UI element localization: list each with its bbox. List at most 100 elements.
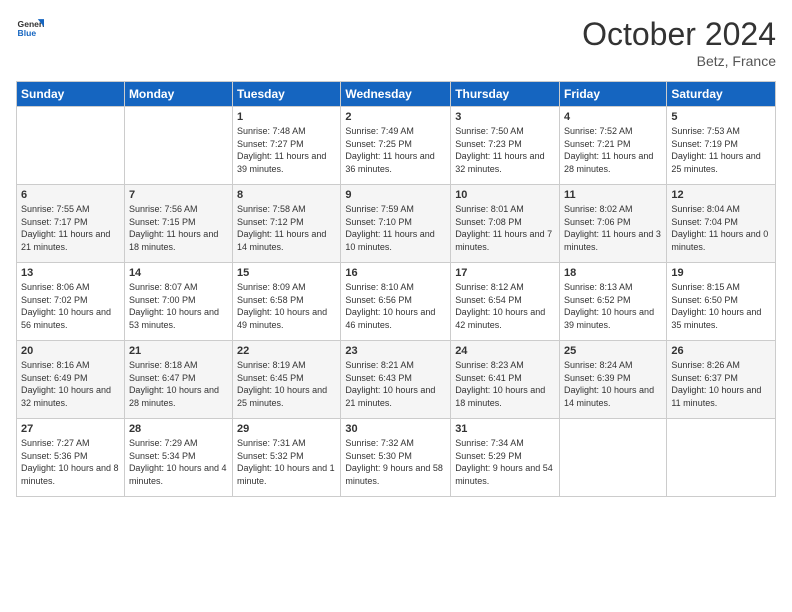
- table-cell: [667, 419, 776, 497]
- table-cell: 1 Sunrise: 7:48 AMSunset: 7:27 PMDayligh…: [233, 107, 341, 185]
- days-header-row: Sunday Monday Tuesday Wednesday Thursday…: [17, 82, 776, 107]
- table-cell: [124, 107, 232, 185]
- day-info: Sunrise: 7:58 AMSunset: 7:12 PMDaylight:…: [237, 203, 336, 253]
- day-number: 15: [237, 267, 336, 279]
- table-cell: 20 Sunrise: 8:16 AMSunset: 6:49 PMDaylig…: [17, 341, 125, 419]
- header-thursday: Thursday: [451, 82, 560, 107]
- table-cell: [560, 419, 667, 497]
- day-info: Sunrise: 8:04 AMSunset: 7:04 PMDaylight:…: [671, 203, 771, 253]
- header-wednesday: Wednesday: [341, 82, 451, 107]
- day-info: Sunrise: 7:32 AMSunset: 5:30 PMDaylight:…: [345, 437, 446, 487]
- day-number: 31: [455, 423, 555, 435]
- day-info: Sunrise: 8:02 AMSunset: 7:06 PMDaylight:…: [564, 203, 662, 253]
- week-row-4: 20 Sunrise: 8:16 AMSunset: 6:49 PMDaylig…: [17, 341, 776, 419]
- table-cell: 17 Sunrise: 8:12 AMSunset: 6:54 PMDaylig…: [451, 263, 560, 341]
- table-cell: 23 Sunrise: 8:21 AMSunset: 6:43 PMDaylig…: [341, 341, 451, 419]
- table-cell: 14 Sunrise: 8:07 AMSunset: 7:00 PMDaylig…: [124, 263, 232, 341]
- svg-text:Blue: Blue: [18, 28, 37, 38]
- day-info: Sunrise: 8:15 AMSunset: 6:50 PMDaylight:…: [671, 281, 771, 331]
- day-info: Sunrise: 8:23 AMSunset: 6:41 PMDaylight:…: [455, 359, 555, 409]
- day-info: Sunrise: 7:50 AMSunset: 7:23 PMDaylight:…: [455, 125, 555, 175]
- day-number: 4: [564, 111, 662, 123]
- location: Betz, France: [582, 53, 776, 69]
- table-cell: 12 Sunrise: 8:04 AMSunset: 7:04 PMDaylig…: [667, 185, 776, 263]
- day-info: Sunrise: 7:27 AMSunset: 5:36 PMDaylight:…: [21, 437, 120, 487]
- day-info: Sunrise: 8:07 AMSunset: 7:00 PMDaylight:…: [129, 281, 228, 331]
- day-number: 29: [237, 423, 336, 435]
- day-number: 19: [671, 267, 771, 279]
- header-saturday: Saturday: [667, 82, 776, 107]
- table-cell: 19 Sunrise: 8:15 AMSunset: 6:50 PMDaylig…: [667, 263, 776, 341]
- table-cell: 5 Sunrise: 7:53 AMSunset: 7:19 PMDayligh…: [667, 107, 776, 185]
- day-info: Sunrise: 8:01 AMSunset: 7:08 PMDaylight:…: [455, 203, 555, 253]
- day-info: Sunrise: 8:18 AMSunset: 6:47 PMDaylight:…: [129, 359, 228, 409]
- table-cell: 27 Sunrise: 7:27 AMSunset: 5:36 PMDaylig…: [17, 419, 125, 497]
- day-number: 13: [21, 267, 120, 279]
- month-title: October 2024: [582, 16, 776, 53]
- header-tuesday: Tuesday: [233, 82, 341, 107]
- day-info: Sunrise: 7:59 AMSunset: 7:10 PMDaylight:…: [345, 203, 446, 253]
- day-number: 14: [129, 267, 228, 279]
- day-info: Sunrise: 7:56 AMSunset: 7:15 PMDaylight:…: [129, 203, 228, 253]
- day-number: 1: [237, 111, 336, 123]
- day-info: Sunrise: 8:19 AMSunset: 6:45 PMDaylight:…: [237, 359, 336, 409]
- table-cell: 7 Sunrise: 7:56 AMSunset: 7:15 PMDayligh…: [124, 185, 232, 263]
- table-cell: 13 Sunrise: 8:06 AMSunset: 7:02 PMDaylig…: [17, 263, 125, 341]
- logo: General Blue: [16, 16, 44, 44]
- day-number: 26: [671, 345, 771, 357]
- day-number: 10: [455, 189, 555, 201]
- day-number: 22: [237, 345, 336, 357]
- table-cell: 30 Sunrise: 7:32 AMSunset: 5:30 PMDaylig…: [341, 419, 451, 497]
- day-info: Sunrise: 7:49 AMSunset: 7:25 PMDaylight:…: [345, 125, 446, 175]
- table-cell: 11 Sunrise: 8:02 AMSunset: 7:06 PMDaylig…: [560, 185, 667, 263]
- day-number: 27: [21, 423, 120, 435]
- day-info: Sunrise: 8:09 AMSunset: 6:58 PMDaylight:…: [237, 281, 336, 331]
- day-number: 30: [345, 423, 446, 435]
- day-info: Sunrise: 8:10 AMSunset: 6:56 PMDaylight:…: [345, 281, 446, 331]
- day-info: Sunrise: 8:16 AMSunset: 6:49 PMDaylight:…: [21, 359, 120, 409]
- table-cell: 16 Sunrise: 8:10 AMSunset: 6:56 PMDaylig…: [341, 263, 451, 341]
- table-cell: 10 Sunrise: 8:01 AMSunset: 7:08 PMDaylig…: [451, 185, 560, 263]
- day-info: Sunrise: 8:24 AMSunset: 6:39 PMDaylight:…: [564, 359, 662, 409]
- day-number: 12: [671, 189, 771, 201]
- header: General Blue October 2024 Betz, France: [16, 16, 776, 69]
- table-cell: 18 Sunrise: 8:13 AMSunset: 6:52 PMDaylig…: [560, 263, 667, 341]
- day-info: Sunrise: 7:53 AMSunset: 7:19 PMDaylight:…: [671, 125, 771, 175]
- table-cell: 4 Sunrise: 7:52 AMSunset: 7:21 PMDayligh…: [560, 107, 667, 185]
- day-number: 11: [564, 189, 662, 201]
- table-cell: 24 Sunrise: 8:23 AMSunset: 6:41 PMDaylig…: [451, 341, 560, 419]
- table-cell: 21 Sunrise: 8:18 AMSunset: 6:47 PMDaylig…: [124, 341, 232, 419]
- table-cell: 8 Sunrise: 7:58 AMSunset: 7:12 PMDayligh…: [233, 185, 341, 263]
- day-info: Sunrise: 7:48 AMSunset: 7:27 PMDaylight:…: [237, 125, 336, 175]
- day-info: Sunrise: 7:29 AMSunset: 5:34 PMDaylight:…: [129, 437, 228, 487]
- calendar-table: Sunday Monday Tuesday Wednesday Thursday…: [16, 81, 776, 497]
- week-row-5: 27 Sunrise: 7:27 AMSunset: 5:36 PMDaylig…: [17, 419, 776, 497]
- day-number: 17: [455, 267, 555, 279]
- day-number: 5: [671, 111, 771, 123]
- table-cell: 9 Sunrise: 7:59 AMSunset: 7:10 PMDayligh…: [341, 185, 451, 263]
- day-number: 6: [21, 189, 120, 201]
- day-info: Sunrise: 7:52 AMSunset: 7:21 PMDaylight:…: [564, 125, 662, 175]
- day-number: 8: [237, 189, 336, 201]
- day-number: 25: [564, 345, 662, 357]
- title-block: October 2024 Betz, France: [582, 16, 776, 69]
- day-number: 3: [455, 111, 555, 123]
- day-info: Sunrise: 7:34 AMSunset: 5:29 PMDaylight:…: [455, 437, 555, 487]
- table-cell: 6 Sunrise: 7:55 AMSunset: 7:17 PMDayligh…: [17, 185, 125, 263]
- day-number: 18: [564, 267, 662, 279]
- day-info: Sunrise: 8:21 AMSunset: 6:43 PMDaylight:…: [345, 359, 446, 409]
- week-row-1: 1 Sunrise: 7:48 AMSunset: 7:27 PMDayligh…: [17, 107, 776, 185]
- day-number: 16: [345, 267, 446, 279]
- day-info: Sunrise: 8:26 AMSunset: 6:37 PMDaylight:…: [671, 359, 771, 409]
- logo-icon: General Blue: [16, 16, 44, 44]
- day-info: Sunrise: 7:55 AMSunset: 7:17 PMDaylight:…: [21, 203, 120, 253]
- table-cell: 3 Sunrise: 7:50 AMSunset: 7:23 PMDayligh…: [451, 107, 560, 185]
- day-number: 28: [129, 423, 228, 435]
- table-cell: 15 Sunrise: 8:09 AMSunset: 6:58 PMDaylig…: [233, 263, 341, 341]
- day-info: Sunrise: 8:13 AMSunset: 6:52 PMDaylight:…: [564, 281, 662, 331]
- table-cell: 2 Sunrise: 7:49 AMSunset: 7:25 PMDayligh…: [341, 107, 451, 185]
- day-info: Sunrise: 8:06 AMSunset: 7:02 PMDaylight:…: [21, 281, 120, 331]
- week-row-3: 13 Sunrise: 8:06 AMSunset: 7:02 PMDaylig…: [17, 263, 776, 341]
- calendar-page: General Blue October 2024 Betz, France S…: [0, 0, 792, 612]
- table-cell: 25 Sunrise: 8:24 AMSunset: 6:39 PMDaylig…: [560, 341, 667, 419]
